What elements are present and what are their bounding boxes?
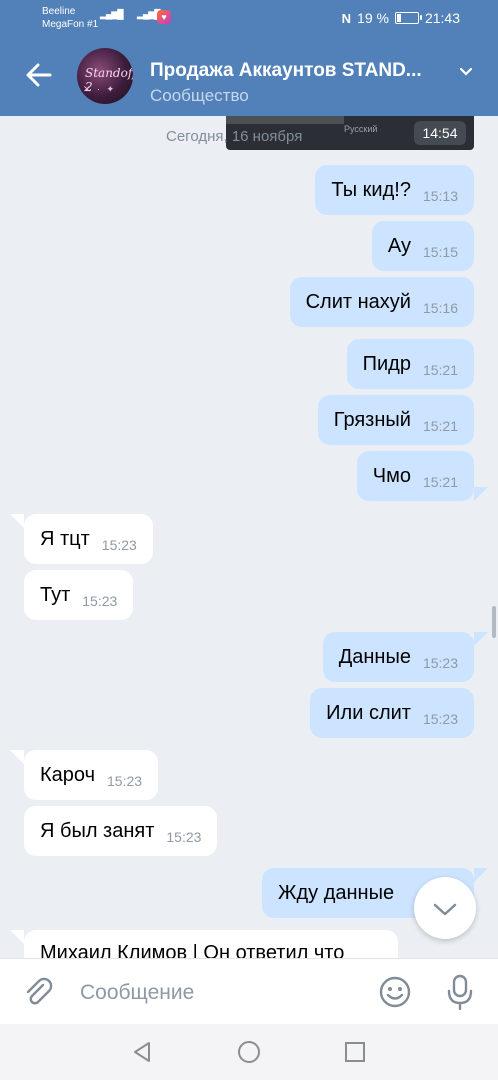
date-separator: Сегодня, 16 ноября xyxy=(166,128,303,145)
message-composer: Сообщение xyxy=(0,958,498,1025)
message-incoming[interactable]: Кароч 15:23 xyxy=(24,750,159,800)
battery-fill xyxy=(396,14,401,22)
bubble-tail xyxy=(10,514,24,528)
message-time: 15:21 xyxy=(422,474,458,490)
message-time: 15:23 xyxy=(422,711,458,727)
message-input[interactable]: Сообщение xyxy=(80,981,194,1005)
status-right: N 19 % 21:43 xyxy=(342,10,460,26)
message-incoming[interactable]: Я тцт 15:23 xyxy=(24,514,153,564)
bubble-tail xyxy=(10,750,24,764)
system-nav-bar xyxy=(0,1024,498,1080)
message-text: Тут xyxy=(40,583,71,606)
message-outgoing[interactable]: Данные 15:23 xyxy=(322,632,474,682)
message-text: Кароч xyxy=(40,763,95,786)
chevron-down-icon xyxy=(433,903,457,916)
circle-home-icon[interactable] xyxy=(237,1040,261,1064)
chat-title[interactable]: Продажа Аккаунтов STAND... xyxy=(150,60,422,82)
microphone-icon[interactable] xyxy=(444,973,476,1011)
scroll-down-button[interactable] xyxy=(414,877,476,939)
message-outgoing[interactable]: Ау 15:15 xyxy=(371,221,474,271)
square-recents-icon[interactable] xyxy=(343,1040,367,1064)
message-time: 15:23 xyxy=(166,829,202,845)
message-text: Я тцт xyxy=(40,527,90,550)
message-incoming[interactable]: Тут 15:23 xyxy=(24,570,134,620)
battery-percent: 19 % xyxy=(357,10,389,26)
message-outgoing[interactable]: Ты кид!? 15:13 xyxy=(315,165,474,215)
bubble-tail xyxy=(474,868,488,882)
message-time: 15:15 xyxy=(422,244,458,260)
message-time: 15:23 xyxy=(107,773,143,789)
message-text: Жду данные xyxy=(278,881,395,904)
message-time: 15:21 xyxy=(422,418,458,434)
message-text: Ты кид!? xyxy=(331,178,411,201)
avatar-decoration: ✕ · ✦ xyxy=(83,84,117,94)
message-text: Данные xyxy=(338,645,411,668)
message-text: Ау xyxy=(387,234,411,257)
chat-header: Beeline MegaFon #1 ▂▄▆█ ▂▄▆█ ♥ N 19 % 21… xyxy=(0,0,498,116)
message-text: Грязный xyxy=(333,408,411,431)
chat-subtitle: Сообщество xyxy=(150,86,249,105)
overlay-time: 14:54 xyxy=(414,121,466,145)
message-outgoing[interactable]: Или слит 15:23 xyxy=(310,688,474,738)
bubble-tail xyxy=(10,930,24,944)
battery-icon xyxy=(394,12,422,24)
message-outgoing[interactable]: Пидр 15:21 xyxy=(346,339,474,389)
message-time: 15:23 xyxy=(101,537,137,553)
message-outgoing[interactable]: Слит нахуй 15:16 xyxy=(289,277,474,327)
message-text: Пидр xyxy=(362,352,411,375)
chevron-down-icon[interactable] xyxy=(458,64,474,80)
smile-icon[interactable] xyxy=(378,975,412,1009)
bubble-tail xyxy=(474,487,488,501)
message-time: 15:23 xyxy=(82,593,118,609)
avatar[interactable]: Standoff 2 ✕ · ✦ xyxy=(77,48,133,104)
message-text: Слит нахуй xyxy=(305,290,411,313)
app-notification-icon: ♥ xyxy=(157,10,171,24)
status-time: 21:43 xyxy=(424,10,460,26)
triangle-back-icon[interactable] xyxy=(130,1040,154,1064)
carrier-1: Beeline xyxy=(42,6,76,17)
message-text: Или слит xyxy=(326,701,411,724)
message-time: 15:23 xyxy=(422,655,458,671)
message-outgoing[interactable]: Чмо 15:21 xyxy=(356,451,474,501)
message-outgoing[interactable]: Грязный 15:21 xyxy=(317,395,474,445)
message-time: 15:21 xyxy=(422,362,458,378)
carrier-2: MegaFon #1 xyxy=(42,19,99,30)
message-text: Я был занят xyxy=(40,819,155,842)
message-text: Чмо xyxy=(372,464,411,487)
message-time: 15:13 xyxy=(422,188,458,204)
overlay-bar xyxy=(226,116,344,124)
message-incoming[interactable]: Я был занят 15:23 xyxy=(24,806,218,856)
overlay-language: Русский xyxy=(344,124,378,134)
arrow-left-icon xyxy=(26,63,52,87)
scrollbar[interactable] xyxy=(492,606,496,638)
message-time: 15:16 xyxy=(422,300,458,316)
back-button[interactable] xyxy=(24,60,54,90)
carrier-labels: Beeline MegaFon #1 xyxy=(42,5,98,31)
signal-icon: ▂▄▆█ xyxy=(100,9,124,19)
nfc-icon: N xyxy=(341,10,352,26)
bubble-tail xyxy=(474,632,488,646)
paperclip-icon[interactable] xyxy=(22,976,54,1008)
